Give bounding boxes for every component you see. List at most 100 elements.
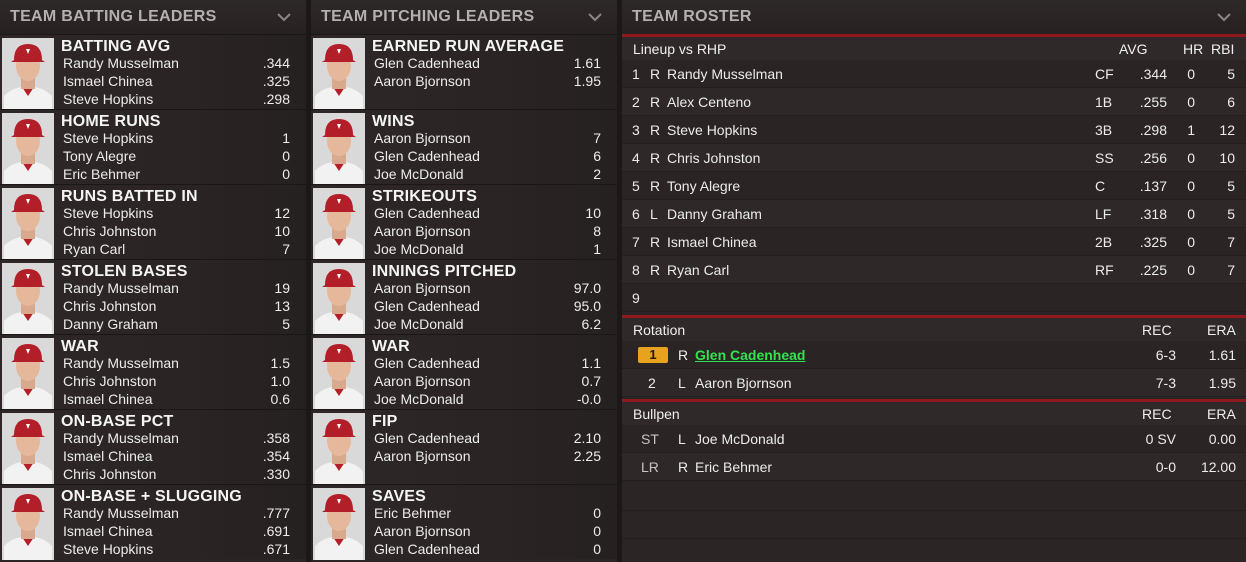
- leader-row[interactable]: Randy Musselman 19: [63, 279, 290, 297]
- player-name[interactable]: Steve Hopkins: [667, 122, 757, 138]
- leader-row[interactable]: Ismael Chinea .325: [63, 72, 290, 90]
- leader-row[interactable]: Glen Cadenhead 95.0: [374, 297, 601, 315]
- lineup-row[interactable]: 2 R Alex Centeno 1B .255 0 6: [622, 88, 1246, 116]
- rotation-label: Rotation: [633, 321, 686, 338]
- leader-row[interactable]: Aaron Bjornson 97.0: [374, 279, 601, 297]
- chevron-down-icon[interactable]: [276, 9, 292, 25]
- bullpen-row[interactable]: LR R Eric Behmer 0-0 12.00: [622, 453, 1246, 481]
- lineup-row[interactable]: 9: [622, 284, 1246, 312]
- leader-row[interactable]: Joe McDonald 1: [374, 240, 601, 258]
- player-headshot-icon[interactable]: [2, 263, 54, 335]
- player-headshot-icon[interactable]: [2, 188, 54, 260]
- leader-row[interactable]: Aaron Bjornson 7: [374, 129, 601, 147]
- pitcher-name[interactable]: Glen Cadenhead: [695, 347, 805, 363]
- rotation-slot: 2: [648, 374, 656, 391]
- player-name: Randy Musselman: [63, 355, 179, 371]
- player-headshot-icon[interactable]: [2, 488, 54, 560]
- player-name: Steve Hopkins: [63, 91, 154, 107]
- leader-card: SAVES Eric Behmer 0 Aaron Bjornson 0 Glen Cad…: [311, 484, 617, 560]
- leader-row[interactable]: Ryan Carl 7: [63, 240, 290, 258]
- leader-row[interactable]: Chris Johnston 13: [63, 297, 290, 315]
- leader-row[interactable]: Aaron Bjornson 0: [374, 522, 601, 540]
- player-headshot-icon[interactable]: [313, 338, 365, 410]
- player-name[interactable]: Tony Alegre: [667, 178, 740, 194]
- leader-row[interactable]: Joe McDonald 6.2: [374, 315, 601, 333]
- lineup-section: Lineup vs RHP AVG HR RBI 1 R Randy Musselm…: [622, 34, 1246, 315]
- stat-value: 6.2: [581, 316, 601, 332]
- leader-row[interactable]: Aaron Bjornson 0.7: [374, 372, 601, 390]
- player-headshot-icon[interactable]: [313, 113, 365, 185]
- player-headshot-icon[interactable]: [313, 38, 365, 110]
- player-name: Ryan Carl: [63, 241, 126, 257]
- leader-row[interactable]: Randy Musselman .344: [63, 54, 290, 72]
- lineup-row[interactable]: 8 R Ryan Carl RF .225 0 7: [622, 256, 1246, 284]
- player-headshot-icon[interactable]: [2, 413, 54, 485]
- chevron-down-icon[interactable]: [1216, 9, 1232, 25]
- player-name: Joe McDonald: [374, 241, 464, 257]
- leader-row[interactable]: Chris Johnston .330: [63, 465, 290, 483]
- throws-hand: L: [678, 374, 686, 391]
- leader-row[interactable]: Glen Cadenhead 0: [374, 540, 601, 558]
- leader-row[interactable]: Glen Cadenhead 1.61: [374, 54, 601, 72]
- chevron-down-icon[interactable]: [587, 9, 603, 25]
- lineup-row[interactable]: 3 R Steve Hopkins 3B .298 1 12: [622, 116, 1246, 144]
- player-name[interactable]: Chris Johnston: [667, 150, 760, 166]
- player-headshot-icon[interactable]: [2, 113, 54, 185]
- pitcher-name[interactable]: Eric Behmer: [695, 459, 772, 475]
- player-headshot-icon[interactable]: [2, 338, 54, 410]
- player-name[interactable]: Randy Musselman: [667, 66, 783, 82]
- leader-row[interactable]: Randy Musselman 1.5: [63, 354, 290, 372]
- position: SS: [1095, 149, 1114, 166]
- lineup-row[interactable]: 1 R Randy Musselman CF .344 0 5: [622, 60, 1246, 88]
- leader-row[interactable]: Ismael Chinea 0.6: [63, 390, 290, 408]
- batting-order: 1: [632, 65, 640, 82]
- position: 2B: [1095, 233, 1113, 250]
- leader-row[interactable]: Aaron Bjornson 8: [374, 222, 601, 240]
- leader-row[interactable]: Joe McDonald 2: [374, 165, 601, 183]
- player-name[interactable]: Ryan Carl: [667, 262, 729, 278]
- leader-row[interactable]: Glen Cadenhead 1.1: [374, 354, 601, 372]
- leader-row[interactable]: Chris Johnston 10: [63, 222, 290, 240]
- hr-value: 0: [1187, 261, 1195, 278]
- leader-row[interactable]: Randy Musselman .777: [63, 504, 290, 522]
- leader-row[interactable]: Chris Johnston 1.0: [63, 372, 290, 390]
- player-headshot-icon[interactable]: [313, 263, 365, 335]
- leader-row[interactable]: Aaron Bjornson 1.95: [374, 72, 601, 90]
- pitcher-name[interactable]: Aaron Bjornson: [695, 375, 792, 391]
- bullpen-row[interactable]: ST L Joe McDonald 0 SV 0.00: [622, 425, 1246, 453]
- player-name: Ismael Chinea: [63, 448, 153, 464]
- player-name[interactable]: Alex Centeno: [667, 94, 751, 110]
- leader-row[interactable]: Joe McDonald -0.0: [374, 390, 601, 408]
- player-headshot-icon[interactable]: [2, 38, 54, 110]
- lineup-row[interactable]: 5 R Tony Alegre C .137 0 5: [622, 172, 1246, 200]
- leader-row[interactable]: Eric Behmer 0: [374, 504, 601, 522]
- leader-row[interactable]: Tony Alegre 0: [63, 147, 290, 165]
- player-headshot-icon[interactable]: [313, 413, 365, 485]
- leader-row[interactable]: Randy Musselman .358: [63, 429, 290, 447]
- leader-row[interactable]: Glen Cadenhead 10: [374, 204, 601, 222]
- player-headshot-icon[interactable]: [313, 488, 365, 560]
- player-headshot-icon[interactable]: [313, 188, 365, 260]
- player-name[interactable]: Ismael Chinea: [667, 234, 757, 250]
- lineup-row[interactable]: 6 L Danny Graham LF .318 0 5: [622, 200, 1246, 228]
- pitcher-name[interactable]: Joe McDonald: [695, 431, 785, 447]
- leader-row[interactable]: Glen Cadenhead 6: [374, 147, 601, 165]
- lineup-row[interactable]: 4 R Chris Johnston SS .256 0 10: [622, 144, 1246, 172]
- leader-list: Glen Cadenhead 10 Aaron Bjornson 8 Joe McDon…: [374, 204, 601, 258]
- leader-row[interactable]: Ismael Chinea .354: [63, 447, 290, 465]
- lineup-row[interactable]: 7 R Ismael Chinea 2B .325 0 7: [622, 228, 1246, 256]
- leader-row[interactable]: Aaron Bjornson 2.25: [374, 447, 601, 465]
- leader-row[interactable]: Danny Graham 5: [63, 315, 290, 333]
- leader-row[interactable]: Steve Hopkins .298: [63, 90, 290, 108]
- leader-row[interactable]: Eric Behmer 0: [63, 165, 290, 183]
- rotation-row[interactable]: 1 R Glen Cadenhead 6-3 1.61: [622, 341, 1246, 369]
- rotation-row[interactable]: 2 L Aaron Bjornson 7-3 1.95: [622, 369, 1246, 397]
- player-name[interactable]: Danny Graham: [667, 206, 762, 222]
- empty-list-area: [622, 483, 1246, 562]
- bats-hand: L: [650, 205, 658, 222]
- leader-row[interactable]: Ismael Chinea .691: [63, 522, 290, 540]
- leader-row[interactable]: Steve Hopkins 1: [63, 129, 290, 147]
- leader-row[interactable]: Glen Cadenhead 2.10: [374, 429, 601, 447]
- leader-row[interactable]: Steve Hopkins 12: [63, 204, 290, 222]
- leader-row[interactable]: Steve Hopkins .671: [63, 540, 290, 558]
